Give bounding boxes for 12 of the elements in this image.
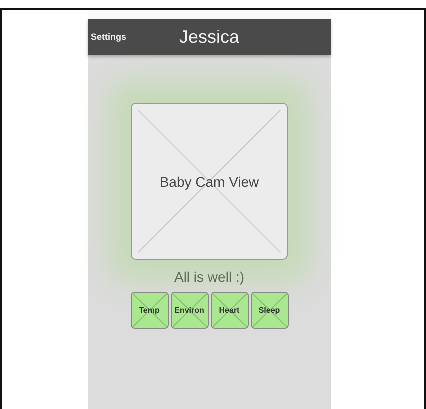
cross-icon (252, 293, 288, 328)
status-message: All is well :) (174, 269, 244, 285)
sensor-button[interactable]: Sleep (250, 292, 288, 329)
settings-link[interactable]: Settings (91, 32, 127, 42)
sensor-button[interactable]: Environ (170, 292, 208, 329)
nav-title: Jessica (179, 26, 240, 46)
cross-icon (212, 293, 248, 328)
cam-view-label: Baby Cam View (160, 174, 260, 190)
sensor-button[interactable]: Heart (210, 292, 248, 329)
cross-icon (172, 293, 208, 328)
sensor-button[interactable]: Temp (130, 292, 168, 329)
cross-icon (132, 293, 168, 328)
